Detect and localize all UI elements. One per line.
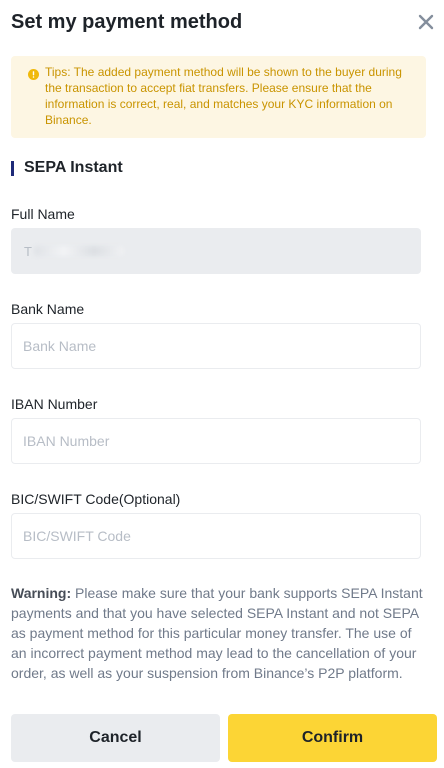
warning-prefix: Warning: [11,585,72,601]
iban-input[interactable] [12,419,420,463]
dialog-title: Set my payment method [11,11,243,33]
bank-name-field[interactable] [11,323,421,369]
bic-label: BIC/SWIFT Code(Optional) [11,491,181,507]
payment-method-dialog: Set my payment method Tips: The added pa… [0,0,444,768]
warning-text: Please make sure that your bank supports… [11,585,423,681]
sepa-warning: Warning: Please make sure that your bank… [11,583,423,683]
redacted-name-blur [33,246,124,256]
tips-text: Tips: The added payment method will be s… [45,65,402,127]
bic-field[interactable] [11,513,421,559]
bank-name-label: Bank Name [11,301,85,317]
confirm-button[interactable]: Confirm [228,714,437,762]
cancel-button[interactable]: Cancel [11,714,220,762]
section-header: SEPA Instant [11,158,123,178]
bank-name-input[interactable] [12,324,420,368]
dialog-header: Set my payment method [11,8,436,38]
full-name-initial: T [24,243,32,259]
full-name-label: Full Name [11,206,75,222]
warning-circle-icon [28,68,39,80]
full-name-value: T [24,243,124,259]
iban-field[interactable] [11,418,421,464]
bic-input[interactable] [12,514,420,558]
section-title: SEPA Instant [24,159,123,176]
full-name-field: T [11,228,421,274]
section-accent-bar [11,160,14,176]
close-icon[interactable] [416,12,436,32]
tips-banner: Tips: The added payment method will be s… [11,56,426,138]
iban-label: IBAN Number [11,396,98,412]
